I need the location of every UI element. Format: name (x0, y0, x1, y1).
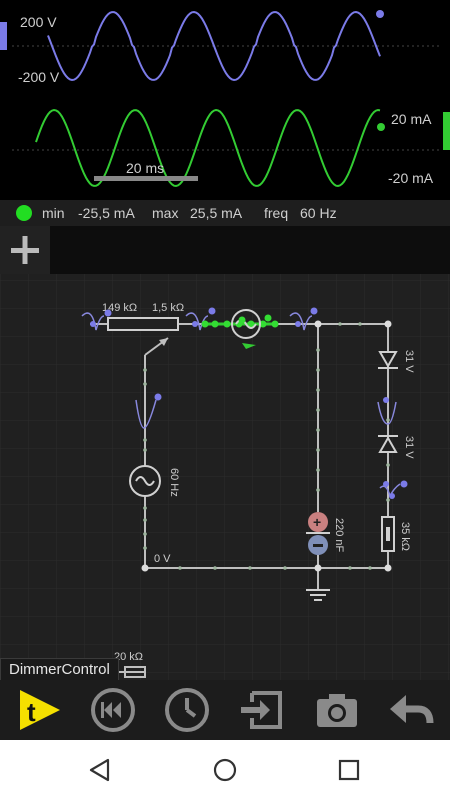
rewind-icon (91, 688, 135, 732)
voltage-probe-dot (376, 10, 384, 18)
home-icon (213, 758, 237, 782)
back-icon (89, 758, 110, 782)
oscilloscope-panel[interactable]: 200 V -200 V 20 mA -20 mA 20 ms (0, 0, 450, 200)
scope-plot: 200 V -200 V 20 mA -20 mA 20 ms (0, 10, 450, 188)
time-scale-bar (94, 176, 198, 181)
undo-icon (390, 695, 434, 724)
current-probe-dot (377, 123, 385, 131)
time-scale-label: 20 ms (126, 160, 164, 176)
undo-button[interactable] (376, 680, 446, 740)
ground-label: 0 V (154, 553, 171, 565)
capacitor-label: 220 nF (333, 518, 345, 553)
clock-button[interactable] (152, 680, 222, 740)
plus-icon (11, 236, 39, 264)
back-button[interactable] (80, 752, 120, 788)
add-scope-button[interactable] (0, 226, 50, 274)
controller-label[interactable]: DimmerControl (0, 658, 119, 682)
resistor3-label: 35 kΩ (399, 522, 411, 551)
current-marker (443, 112, 450, 150)
probe-color-dot (16, 205, 32, 221)
voltage-marker (0, 22, 7, 50)
max-value: 25,5 mA (190, 205, 243, 221)
circuit-canvas[interactable]: 149 kΩ 1,5 kΩ 60 Hz 0 V 31 V 31 V + 220 … (0, 274, 450, 680)
current-waveform (35, 108, 381, 188)
bottom-toolbar: t (0, 680, 450, 740)
clock-icon (165, 688, 209, 732)
import-icon (241, 691, 282, 729)
circuit-drawing: 149 kΩ 1,5 kΩ 60 Hz 0 V 31 V 31 V + 220 … (0, 274, 450, 680)
rewind-button[interactable] (78, 680, 148, 740)
home-button[interactable] (205, 752, 245, 788)
current-top-label: 20 mA (391, 111, 432, 127)
min-value: -25,5 mA (78, 205, 135, 221)
scope-info-bar: min -25,5 mA max 25,5 mA freq 60 Hz (0, 200, 450, 226)
svg-text:t: t (27, 697, 36, 727)
resistor2-label: 1,5 kΩ (152, 302, 184, 314)
recents-icon (338, 759, 360, 781)
max-label: max (152, 205, 179, 221)
camera-button[interactable] (302, 680, 372, 740)
voltage-bottom-label: -200 V (18, 69, 60, 85)
voltage-top-label: 200 V (20, 14, 57, 30)
capacitor[interactable]: + (306, 512, 330, 555)
run-button[interactable]: t (4, 680, 74, 740)
recents-button[interactable] (329, 752, 369, 788)
freq-value: 60 Hz (300, 205, 337, 221)
svg-text:+: + (313, 514, 321, 530)
diode2-label: 31 V (403, 436, 415, 459)
camera-icon (317, 694, 357, 727)
run-icon: t (20, 690, 60, 730)
add-scope-row (0, 226, 450, 274)
min-label: min (42, 205, 65, 221)
source-label: 60 Hz (168, 468, 180, 497)
diode1-label: 31 V (403, 350, 415, 373)
ac-source[interactable] (129, 465, 161, 497)
freq-label: freq (264, 205, 289, 221)
resistor-149k[interactable] (107, 317, 179, 331)
resistor-35k[interactable] (381, 516, 395, 552)
android-nav-bar (0, 740, 450, 800)
import-button[interactable] (226, 680, 296, 740)
current-bottom-label: -20 mA (388, 170, 434, 186)
